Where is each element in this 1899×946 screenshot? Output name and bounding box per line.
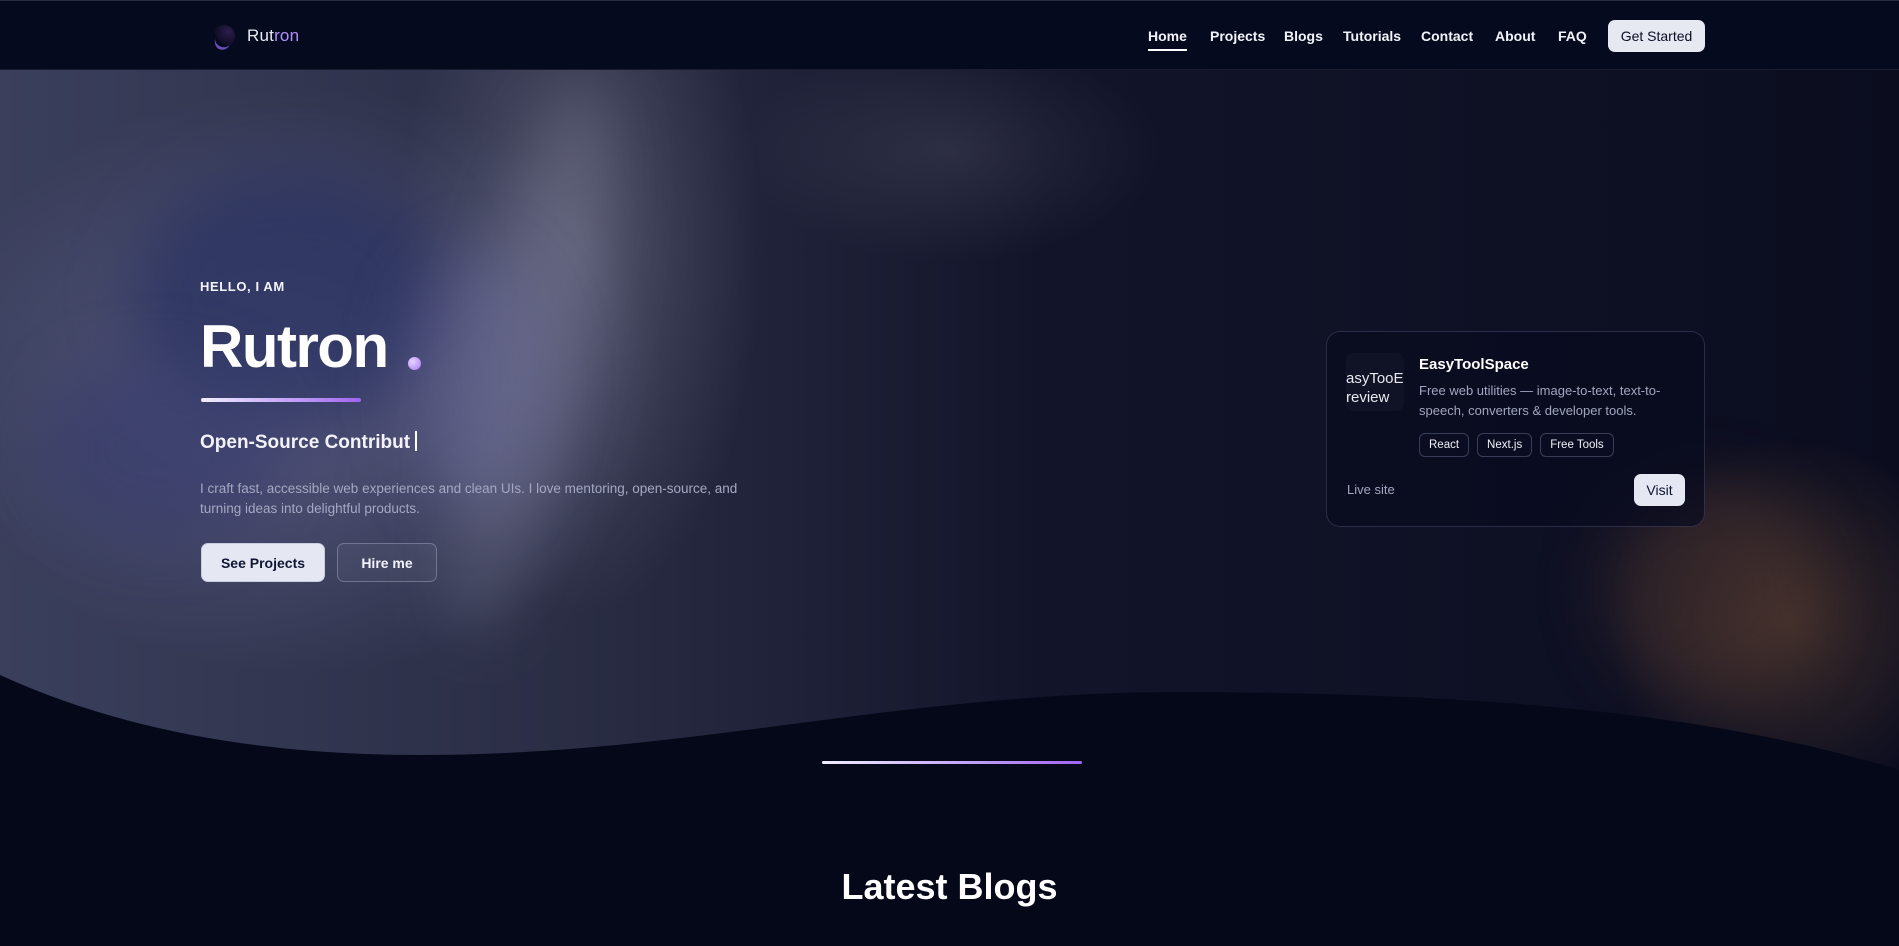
- nav-faq[interactable]: FAQ: [1558, 28, 1587, 44]
- nav-tutorials[interactable]: Tutorials: [1343, 28, 1401, 44]
- nav-about[interactable]: About: [1495, 28, 1535, 44]
- accent-dot-icon: [408, 357, 421, 370]
- hire-me-button[interactable]: Hire me: [337, 543, 437, 582]
- project-title: EasyToolSpace: [1419, 356, 1529, 373]
- logo-icon: [213, 25, 235, 47]
- project-status: Live site: [1347, 482, 1395, 497]
- visit-button[interactable]: Visit: [1634, 474, 1685, 506]
- see-projects-button[interactable]: See Projects: [201, 543, 325, 582]
- project-description: Free web utilities — image-to-text, text…: [1419, 383, 1661, 418]
- latest-blogs-heading: Latest Blogs: [841, 866, 1058, 907]
- featured-project-card: asyTooE review EasyToolSpace Free web ut…: [1326, 331, 1705, 527]
- site-header: Rutron Home Projects Blogs Tutorials Con…: [0, 0, 1899, 70]
- background-blur-shape: [400, 250, 550, 510]
- project-tags: React Next.js Free Tools: [1419, 433, 1614, 457]
- nav-blogs[interactable]: Blogs: [1284, 28, 1323, 44]
- logo-text: Rutron: [247, 26, 300, 45]
- hero-underline: [201, 398, 361, 402]
- hero-eyebrow: HELLO, I AM: [200, 279, 285, 294]
- tag-nextjs: Next.js: [1477, 433, 1533, 457]
- hero-description: I craft fast, accessible web experiences…: [200, 481, 738, 516]
- thumbnail-alt-text: asyTooE review: [1346, 370, 1404, 406]
- section-divider: [822, 761, 1082, 764]
- tag-react: React: [1419, 433, 1470, 457]
- typing-caret-icon: [415, 431, 418, 451]
- project-thumbnail: asyTooE review: [1346, 353, 1404, 411]
- hero-wave-divider: [0, 675, 1899, 770]
- tag-free-tools: Free Tools: [1540, 433, 1614, 457]
- get-started-button[interactable]: Get Started: [1608, 20, 1705, 52]
- hero-typing-role: Open-Source Contribut: [200, 431, 418, 454]
- nav-contact[interactable]: Contact: [1421, 28, 1473, 44]
- nav-home[interactable]: Home: [1148, 28, 1187, 51]
- hero-name: Rutron: [200, 313, 389, 380]
- nav-projects[interactable]: Projects: [1210, 28, 1265, 44]
- site-logo[interactable]: Rutron: [213, 25, 299, 47]
